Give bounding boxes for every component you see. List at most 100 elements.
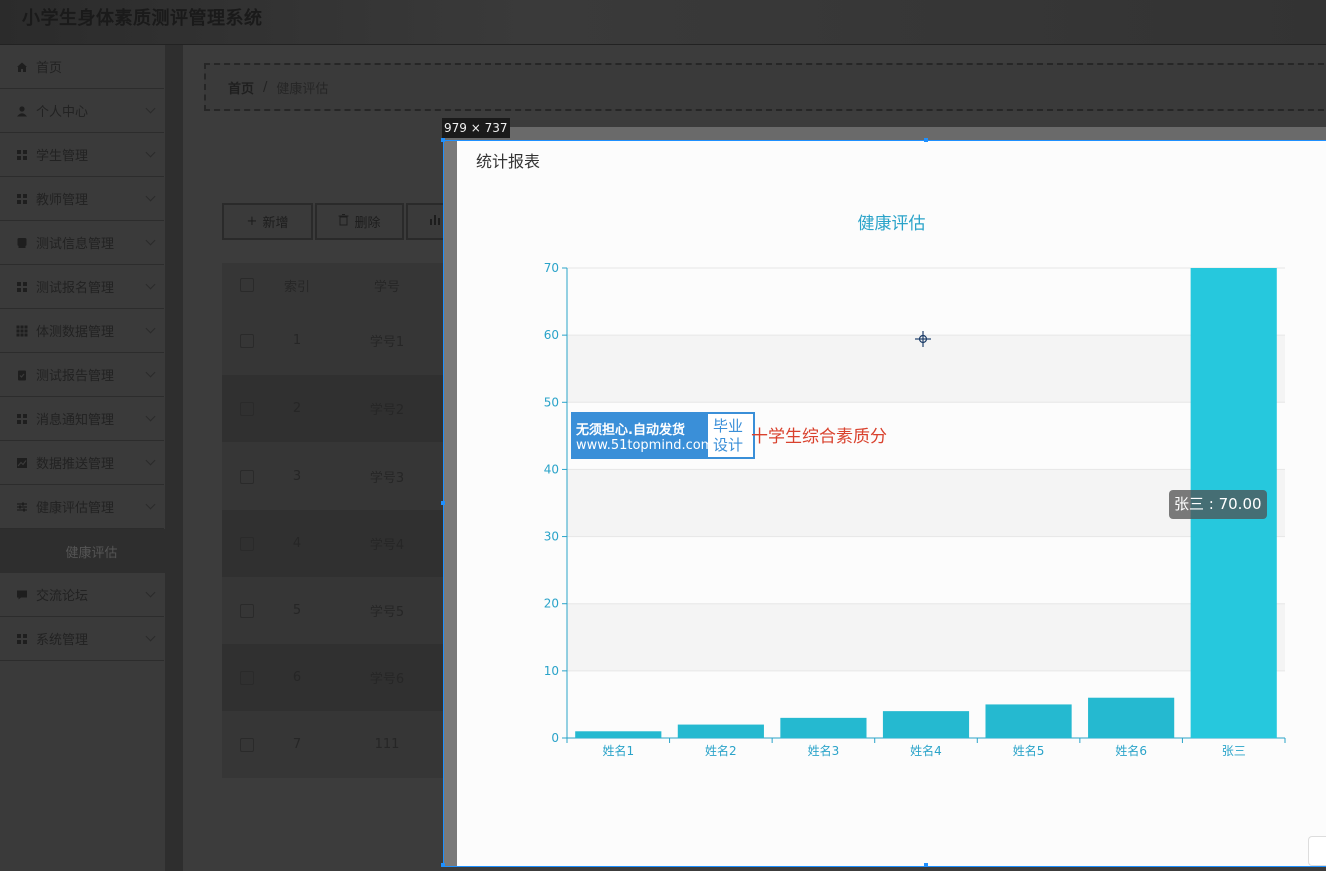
table-row[interactable]: 4 学号4 bbox=[222, 510, 462, 577]
table-row[interactable]: 6 学号6 bbox=[222, 644, 462, 711]
cell-index: 6 bbox=[292, 670, 302, 685]
resize-handle[interactable] bbox=[441, 501, 445, 505]
cell-index: 7 bbox=[292, 737, 302, 752]
chevron-down-icon bbox=[145, 191, 156, 202]
cell-student-no: 学号3 bbox=[369, 471, 405, 486]
sidebar-item[interactable]: 健康评估管理 bbox=[0, 485, 164, 529]
chevron-down-icon bbox=[145, 235, 156, 246]
row-checkbox[interactable] bbox=[240, 670, 254, 685]
add-button-label: 新增 bbox=[262, 216, 289, 231]
toolbar: + 新增 删除 统 bbox=[222, 203, 468, 240]
grid-icon bbox=[14, 411, 30, 427]
resize-handle[interactable] bbox=[924, 138, 928, 142]
chevron-down-icon bbox=[145, 411, 156, 422]
cell-student-no: 学号4 bbox=[369, 538, 405, 553]
sidebar-item-label: 测试信息管理 bbox=[36, 237, 115, 252]
delete-button[interactable]: 删除 bbox=[315, 203, 404, 240]
sidebar-item-label: 交流论坛 bbox=[36, 589, 89, 604]
resize-handle[interactable] bbox=[441, 138, 445, 142]
sidebar-item-label: 个人中心 bbox=[36, 105, 89, 120]
sidebar-item-label: 测试报名管理 bbox=[36, 281, 115, 296]
table-row[interactable]: 7 111 bbox=[222, 711, 462, 778]
sidebar-item[interactable]: 系统管理 bbox=[0, 617, 164, 661]
row-checkbox[interactable] bbox=[240, 469, 254, 484]
capture-size-badge: 979 × 737 bbox=[442, 118, 510, 138]
sidebar-item[interactable]: 消息通知管理 bbox=[0, 397, 164, 441]
sidebar-item-label: 首页 bbox=[36, 61, 63, 76]
data-table: 索引 学号 1 学号1 2 学号2 3 学号3 4 学号4 5 学号5 6 学号6 7 111 bbox=[222, 263, 462, 778]
select-all-checkbox[interactable] bbox=[240, 278, 254, 292]
sidebar-item[interactable]: 测试报名管理 bbox=[0, 265, 164, 309]
breadcrumb-home[interactable]: 首页 bbox=[228, 78, 254, 97]
sidebar-item[interactable]: 教师管理 bbox=[0, 177, 164, 221]
cell-student-no: 学号6 bbox=[369, 672, 405, 687]
chevron-down-icon bbox=[145, 587, 156, 598]
sidebar-item[interactable]: 测试信息管理 bbox=[0, 221, 164, 265]
grid-icon bbox=[14, 191, 30, 207]
chevron-down-icon bbox=[145, 103, 156, 114]
app-title: 小学生身体素质测评管理系统 bbox=[22, 8, 263, 29]
sidebar-item-label: 教师管理 bbox=[36, 193, 89, 208]
sidebar-item[interactable]: 测试报告管理 bbox=[0, 353, 164, 397]
sidebar-item-label: 体测数据管理 bbox=[36, 325, 115, 340]
sidebar-item[interactable]: 个人中心 bbox=[0, 89, 164, 133]
bar-chart-icon bbox=[430, 214, 441, 229]
table-row[interactable]: 2 学号2 bbox=[222, 375, 462, 442]
sidebar-subitem-active[interactable]: 健康评估 bbox=[0, 529, 183, 573]
breadcrumb-current: 健康评估 bbox=[276, 81, 329, 97]
table-row[interactable]: 5 学号5 bbox=[222, 577, 462, 644]
resize-handle[interactable] bbox=[924, 863, 928, 867]
chevron-down-icon bbox=[145, 631, 156, 642]
sidebar-item-label: 测试报告管理 bbox=[36, 369, 115, 384]
table-header-row: 索引 学号 bbox=[222, 263, 462, 307]
header-index: 索引 bbox=[283, 279, 310, 295]
sidebar-item-label: 消息通知管理 bbox=[36, 413, 115, 428]
cell-index: 5 bbox=[292, 603, 302, 618]
grid-icon bbox=[14, 147, 30, 163]
trash-icon bbox=[338, 213, 349, 230]
chevron-down-icon bbox=[145, 147, 156, 158]
sidebar-item[interactable]: 数据推送管理 bbox=[0, 441, 164, 485]
delete-button-label: 删除 bbox=[354, 216, 381, 231]
sidebar-item-label: 健康评估管理 bbox=[36, 501, 115, 516]
cell-index: 4 bbox=[292, 536, 302, 551]
sidebar-item-label: 系统管理 bbox=[36, 633, 89, 648]
top-header: 小学生身体素质测评管理系统 bbox=[0, 0, 1326, 45]
capture-selection-frame[interactable] bbox=[441, 138, 1326, 867]
breadcrumb: 首页 / 健康评估 bbox=[204, 63, 1326, 111]
clipboard-icon bbox=[14, 367, 30, 383]
sidebar-item[interactable]: 首页 bbox=[0, 45, 164, 89]
row-checkbox[interactable] bbox=[240, 333, 254, 348]
home-icon bbox=[14, 59, 30, 75]
chevron-down-icon bbox=[145, 455, 156, 466]
sidebar-item-label: 数据推送管理 bbox=[36, 457, 115, 472]
chart-icon bbox=[14, 455, 30, 471]
user-icon bbox=[14, 103, 30, 119]
plus-icon: + bbox=[246, 214, 258, 229]
sidebar-item-label: 学生管理 bbox=[36, 149, 89, 164]
sidebar-item[interactable]: 交流论坛 bbox=[0, 573, 164, 617]
add-button[interactable]: + 新增 bbox=[222, 203, 313, 240]
sidebar-item[interactable]: 学生管理 bbox=[0, 133, 164, 177]
resize-handle[interactable] bbox=[441, 863, 445, 867]
apps-icon bbox=[14, 323, 30, 339]
chevron-down-icon bbox=[145, 323, 156, 334]
capture-top-strip bbox=[443, 127, 1326, 141]
row-checkbox[interactable] bbox=[240, 536, 254, 551]
row-checkbox[interactable] bbox=[240, 401, 254, 416]
cell-student-no: 学号5 bbox=[369, 605, 405, 620]
chevron-down-icon bbox=[145, 367, 156, 378]
table-row[interactable]: 3 学号3 bbox=[222, 443, 462, 510]
row-checkbox[interactable] bbox=[240, 737, 254, 752]
chat-icon bbox=[14, 587, 30, 603]
cell-index: 1 bbox=[292, 333, 302, 348]
header-student-no: 学号 bbox=[373, 279, 400, 295]
chevron-down-icon bbox=[145, 279, 156, 290]
sidebar-item[interactable]: 体测数据管理 bbox=[0, 309, 164, 353]
sidebar: 首页个人中心学生管理教师管理测试信息管理 测试报名管理 体测数据管理 测试报告管理 消息… bbox=[0, 45, 183, 871]
cell-student-no: 学号2 bbox=[369, 403, 405, 418]
table-row[interactable]: 1 学号1 bbox=[222, 307, 462, 374]
grid-icon bbox=[14, 631, 30, 647]
row-checkbox[interactable] bbox=[240, 603, 254, 618]
cell-student-no: 学号1 bbox=[369, 335, 405, 350]
